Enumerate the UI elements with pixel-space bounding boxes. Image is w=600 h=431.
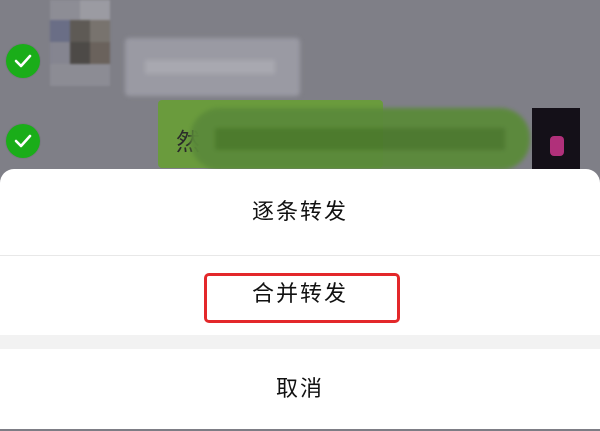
mosaic-overlay: [190, 108, 530, 170]
selected-check-icon-2[interactable]: [6, 124, 40, 158]
blurred-message: [125, 38, 300, 96]
forward-one-by-one-option[interactable]: 逐条转发: [0, 169, 600, 253]
selected-check-icon-1[interactable]: [6, 44, 40, 78]
section-gap: [0, 335, 600, 349]
user-avatar-thumbnail: [532, 108, 580, 170]
blurred-avatar: [50, 0, 110, 86]
highlight-box: [204, 273, 400, 323]
cancel-button[interactable]: 取消: [0, 349, 600, 429]
divider: [0, 255, 600, 256]
